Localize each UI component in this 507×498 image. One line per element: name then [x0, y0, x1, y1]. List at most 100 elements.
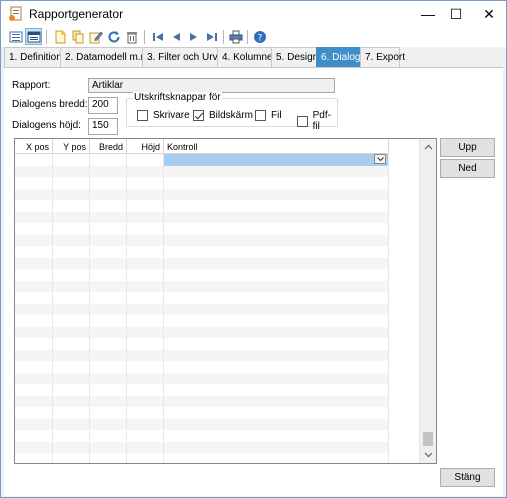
table-row[interactable] — [15, 326, 389, 338]
table-row[interactable] — [15, 384, 389, 396]
table-cell[interactable] — [90, 303, 127, 315]
tab-kolumner[interactable]: 4. Kolumner — [217, 47, 276, 67]
table-cell[interactable] — [164, 177, 389, 189]
table-cell[interactable] — [127, 349, 164, 361]
table-cell[interactable] — [53, 326, 90, 338]
table-cell[interactable] — [15, 372, 53, 384]
table-cell[interactable] — [127, 326, 164, 338]
table-row[interactable] — [15, 303, 389, 315]
table-cell[interactable] — [90, 269, 127, 281]
table-cell[interactable] — [127, 177, 164, 189]
table-cell[interactable] — [15, 303, 53, 315]
table-cell[interactable] — [90, 223, 127, 235]
table-cell[interactable] — [53, 407, 90, 419]
table-cell[interactable] — [127, 338, 164, 350]
table-row[interactable] — [15, 188, 389, 200]
table-cell[interactable] — [90, 361, 127, 373]
table-cell[interactable] — [127, 188, 164, 200]
chevron-down-icon[interactable] — [374, 154, 386, 164]
table-cell[interactable] — [90, 326, 127, 338]
table-cell[interactable] — [164, 441, 389, 453]
table-cell[interactable] — [164, 418, 389, 430]
close-button[interactable]: Stäng — [440, 468, 495, 487]
table-row[interactable] — [15, 177, 389, 189]
table-row[interactable] — [15, 430, 389, 442]
delete-icon[interactable] — [123, 28, 140, 45]
tab-export[interactable]: 7. Export — [360, 47, 405, 67]
table-cell[interactable] — [15, 223, 53, 235]
table-cell[interactable] — [127, 418, 164, 430]
table-cell[interactable] — [15, 246, 53, 258]
table-cell[interactable] — [15, 441, 53, 453]
table-cell[interactable] — [127, 303, 164, 315]
table-cell[interactable] — [53, 315, 90, 327]
table-cell[interactable] — [53, 349, 90, 361]
column-header[interactable]: X pos — [15, 139, 53, 154]
table-cell[interactable] — [53, 257, 90, 269]
table-cell[interactable] — [53, 338, 90, 350]
table-cell[interactable] — [127, 269, 164, 281]
table-cell[interactable] — [15, 407, 53, 419]
table-row[interactable] — [15, 361, 389, 373]
table-cell[interactable] — [127, 292, 164, 304]
table-row[interactable] — [15, 165, 389, 177]
table-cell[interactable] — [164, 430, 389, 442]
table-cell[interactable] — [53, 154, 90, 166]
previous-record-icon[interactable] — [167, 28, 184, 45]
table-cell[interactable] — [90, 280, 127, 292]
last-record-icon[interactable] — [203, 28, 220, 45]
checkbox-box[interactable] — [137, 110, 148, 121]
table-cell[interactable] — [15, 326, 53, 338]
table-cell[interactable] — [90, 188, 127, 200]
table-cell[interactable] — [164, 200, 389, 212]
table-row[interactable] — [15, 349, 389, 361]
tab-datamodell-m-m[interactable]: 2. Datamodell m.m. — [60, 47, 152, 67]
table-cell[interactable] — [90, 257, 127, 269]
table-cell[interactable] — [164, 315, 389, 327]
table-cell[interactable] — [53, 430, 90, 442]
table-cell[interactable] — [15, 384, 53, 396]
table-cell[interactable] — [127, 200, 164, 212]
column-header[interactable]: Höjd — [127, 139, 164, 154]
table-row[interactable] — [15, 372, 389, 384]
table-row[interactable] — [15, 211, 389, 223]
table-cell[interactable] — [164, 407, 389, 419]
table-cell[interactable] — [127, 223, 164, 235]
table-cell[interactable] — [53, 372, 90, 384]
table-cell[interactable] — [15, 349, 53, 361]
table-row[interactable] — [15, 223, 389, 235]
table-cell[interactable] — [90, 177, 127, 189]
table-cell[interactable] — [127, 315, 164, 327]
checkbox-box[interactable] — [255, 110, 266, 121]
table-cell[interactable] — [90, 384, 127, 396]
table-cell[interactable] — [53, 303, 90, 315]
tab-dialog[interactable]: 6. Dialog — [316, 47, 361, 67]
tab-design[interactable]: 5. Design — [271, 47, 318, 67]
table-cell[interactable] — [15, 269, 53, 281]
table-cell[interactable] — [53, 200, 90, 212]
checkbox-skrivare[interactable]: Skrivare — [137, 110, 190, 121]
table-cell[interactable] — [53, 177, 90, 189]
list-view-icon[interactable] — [7, 28, 24, 45]
table-cell[interactable] — [53, 453, 90, 463]
table-cell[interactable] — [15, 211, 53, 223]
table-cell[interactable] — [53, 165, 90, 177]
table-cell[interactable] — [15, 418, 53, 430]
table-cell[interactable] — [53, 384, 90, 396]
table-cell[interactable] — [127, 361, 164, 373]
table-cell[interactable] — [90, 418, 127, 430]
table-cell[interactable] — [15, 292, 53, 304]
table-cell[interactable] — [127, 453, 164, 463]
table-cell[interactable] — [15, 395, 53, 407]
form-view-icon[interactable] — [25, 28, 42, 45]
table-row[interactable] — [15, 257, 389, 269]
table-cell[interactable] — [164, 234, 389, 246]
table-cell[interactable] — [15, 234, 53, 246]
refresh-icon[interactable] — [105, 28, 122, 45]
table-cell[interactable] — [127, 257, 164, 269]
table-cell[interactable] — [15, 165, 53, 177]
scrollbar-thumb[interactable] — [423, 432, 433, 446]
table-cell[interactable] — [164, 188, 389, 200]
table-cell[interactable] — [15, 280, 53, 292]
table-cell[interactable] — [164, 246, 389, 258]
